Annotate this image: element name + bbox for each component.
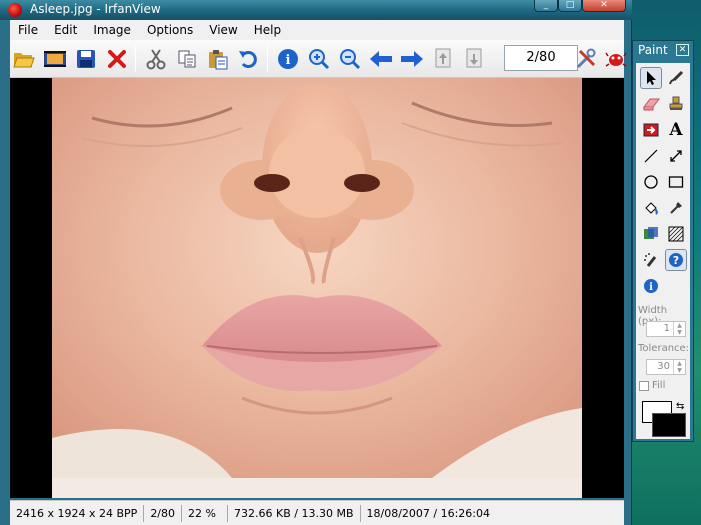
svg-text:i: i: [649, 282, 653, 293]
zoom-in-icon[interactable]: [307, 47, 331, 71]
image-viewer[interactable]: [10, 78, 624, 498]
ellipse-tool-icon[interactable]: [640, 171, 662, 193]
paste-icon[interactable]: [206, 47, 230, 71]
fill-tool-icon[interactable]: [640, 197, 662, 219]
rectangle-tool-icon[interactable]: [665, 171, 687, 193]
minimize-button[interactable]: _: [534, 0, 558, 12]
first-page-icon[interactable]: [431, 47, 455, 71]
window-title: Asleep.jpg - IrfanView: [30, 2, 161, 16]
status-size: 732.66 KB / 13.30 MB: [228, 504, 361, 522]
slideshow-icon[interactable]: [43, 47, 67, 71]
status-datetime: 18/08/2007 / 16:26:04: [366, 506, 491, 520]
fill-label: Fill: [652, 380, 666, 391]
paint-close-button[interactable]: ✕: [676, 44, 689, 56]
svg-text:?: ?: [673, 254, 679, 267]
undo-icon[interactable]: [237, 47, 261, 71]
replace-color-tool-icon[interactable]: [640, 119, 662, 141]
line-tool-icon[interactable]: [640, 145, 662, 167]
info-icon[interactable]: i: [276, 47, 300, 71]
title-bar[interactable]: Asleep.jpg - IrfanView _ □ ✕: [0, 0, 632, 20]
irfanview-app-icon: [8, 3, 22, 17]
save-icon[interactable]: [74, 47, 98, 71]
menu-options[interactable]: Options: [139, 23, 201, 37]
menu-file[interactable]: File: [10, 23, 46, 37]
tolerance-label: Tolerance:: [638, 343, 690, 354]
pattern-tool-icon[interactable]: [665, 223, 687, 245]
help-tool-icon[interactable]: ?: [665, 249, 687, 271]
settings-icon[interactable]: [574, 47, 598, 71]
page-indicator[interactable]: 2/80: [504, 45, 578, 71]
svg-text:i: i: [286, 53, 291, 68]
tolerance-spinner-arrows[interactable]: ▲ ▼: [673, 360, 685, 374]
menu-image[interactable]: Image: [85, 23, 139, 37]
next-icon[interactable]: [400, 47, 424, 71]
delete-icon[interactable]: [105, 47, 129, 71]
menu-help[interactable]: Help: [246, 23, 289, 37]
open-icon[interactable]: [12, 47, 36, 71]
previous-icon[interactable]: [369, 47, 393, 71]
select-tool-icon[interactable]: [640, 67, 662, 89]
toolbar-separator: [135, 46, 136, 72]
copy-icon[interactable]: [175, 47, 199, 71]
info-tool-icon[interactable]: i: [640, 275, 662, 297]
paint-toolbox: Paint ✕ A ? i Width 1 ▲ ▼ Tolerance: 30 …: [632, 40, 694, 442]
width-input[interactable]: 1 ▲ ▼: [646, 321, 686, 337]
width-spinner-arrows[interactable]: ▲ ▼: [673, 322, 685, 336]
zoom-out-icon[interactable]: [338, 47, 362, 71]
irfanview-window: Asleep.jpg - IrfanView _ □ ✕ File Edit I…: [0, 0, 632, 525]
arrow-tool-icon[interactable]: [665, 145, 687, 167]
toolbar-separator: [267, 46, 268, 72]
foreground-color-swatch[interactable]: [652, 413, 686, 437]
brush-tool-icon[interactable]: [665, 67, 687, 89]
text-tool-icon[interactable]: A: [665, 119, 687, 141]
toolbar: i 2/80: [10, 40, 627, 78]
menu-edit[interactable]: Edit: [46, 23, 85, 37]
menu-bar: File Edit Image Options View Help: [10, 20, 624, 40]
status-page: 2/80: [144, 504, 183, 522]
tolerance-value: 30: [657, 361, 670, 372]
swap-colors-icon[interactable]: ⇆: [676, 401, 684, 412]
eraser-tool-icon[interactable]: [640, 93, 662, 115]
clone-tool-icon[interactable]: [640, 223, 662, 245]
fill-checkbox[interactable]: [639, 381, 649, 391]
width-value: 1: [663, 323, 670, 334]
cut-icon[interactable]: [144, 47, 168, 71]
color-picker-tool-icon[interactable]: [665, 197, 687, 219]
status-bar: 2416 x 1924 x 24 BPP 2/80 22 % 732.66 KB…: [10, 500, 624, 525]
status-dimensions: 2416 x 1924 x 24 BPP: [10, 504, 145, 522]
status-zoom: 22 %: [182, 504, 229, 522]
airbrush-tool-icon[interactable]: [640, 249, 662, 271]
menu-view[interactable]: View: [201, 23, 245, 37]
irfanview-logo-icon[interactable]: [604, 47, 628, 71]
photo-image: [52, 78, 582, 498]
paint-tools: A ? i Width 1 ▲ ▼ Tolerance: 30 ▲ ▼ Fill…: [636, 63, 690, 439]
tolerance-input[interactable]: 30 ▲ ▼: [646, 359, 686, 375]
maximize-button[interactable]: □: [558, 0, 582, 12]
next-page-icon[interactable]: [462, 47, 486, 71]
close-button[interactable]: ✕: [582, 0, 626, 12]
stamp-tool-icon[interactable]: [665, 93, 687, 115]
paint-title[interactable]: Paint: [638, 43, 668, 57]
